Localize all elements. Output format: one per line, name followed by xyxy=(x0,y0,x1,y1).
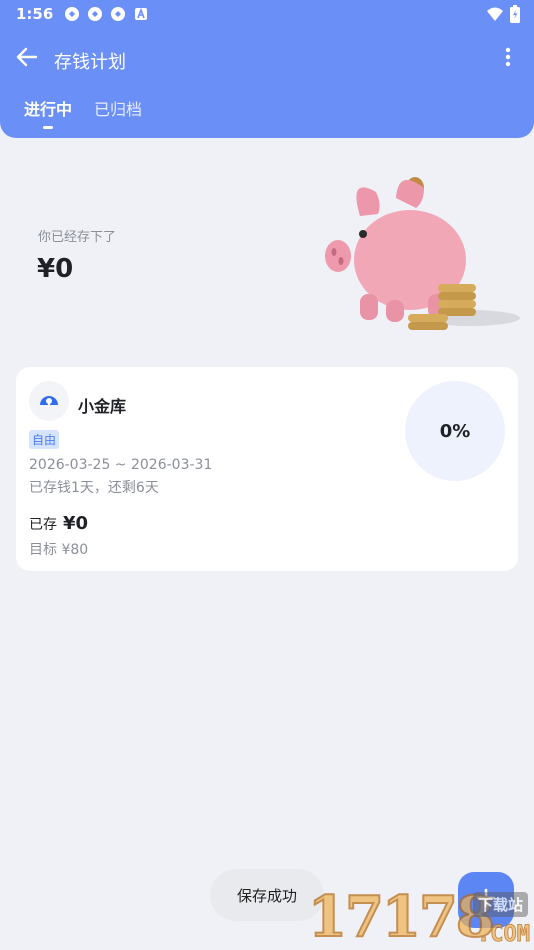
total-saved-label: 你已经存下了 xyxy=(38,230,117,245)
sync-icon xyxy=(63,6,80,23)
tab-bar: 进行中 已归档 xyxy=(24,96,142,120)
plan-progress-percent: 0% xyxy=(439,420,471,442)
plan-target: 目标 ¥80 xyxy=(29,542,89,558)
total-saved-amount: ¥0 xyxy=(37,254,74,284)
app-bar: 存钱计划 xyxy=(0,40,534,78)
plan-date-range: 2026-03-25 ~ 2026-03-31 xyxy=(29,457,213,473)
watermark-digits: 17178 xyxy=(307,883,496,950)
watermark-site: 下载站 xyxy=(472,892,528,917)
watermark: 17178 下载站 .COM xyxy=(307,880,534,950)
status-right xyxy=(486,5,520,27)
more-vert-icon xyxy=(505,47,511,71)
plan-saved-label: 已存 xyxy=(29,517,57,533)
arrow-left-icon xyxy=(16,46,38,72)
tab-archived[interactable]: 已归档 xyxy=(94,96,142,120)
tab-in-progress[interactable]: 进行中 xyxy=(24,96,72,120)
more-options-button[interactable] xyxy=(498,44,518,74)
wifi-icon xyxy=(486,6,504,26)
plan-icon-wrap xyxy=(29,381,69,421)
plan-saved-row: 已存 ¥0 xyxy=(29,513,88,534)
watermark-domain: .COM xyxy=(477,922,531,948)
status-time: 1:56 xyxy=(16,5,54,23)
sync-icon xyxy=(86,6,103,23)
a-icon xyxy=(132,6,149,23)
piggy-bank-illustration xyxy=(325,177,520,330)
plan-saved-value: ¥0 xyxy=(63,513,89,534)
plan-card[interactable]: 小金库 自由 2026-03-25 ~ 2026-03-31 已存钱1天，还剩6… xyxy=(16,367,518,571)
page-title: 存钱计划 xyxy=(54,52,126,73)
app-header: 1:56 存钱计划 进行中 已归档 xyxy=(0,0,534,138)
battery-icon xyxy=(510,5,520,27)
plan-name: 小金库 xyxy=(78,397,127,416)
plan-type-tag: 自由 xyxy=(29,430,60,449)
sync-icon xyxy=(109,6,126,23)
toast-message: 保存成功 xyxy=(210,869,324,921)
status-bar: 1:56 xyxy=(0,0,534,28)
treasury-icon xyxy=(37,387,61,415)
plan-progress-ring: 0% xyxy=(405,381,505,481)
back-button[interactable] xyxy=(14,46,40,72)
plan-progress-text: 已存钱1天，还剩6天 xyxy=(29,480,159,496)
